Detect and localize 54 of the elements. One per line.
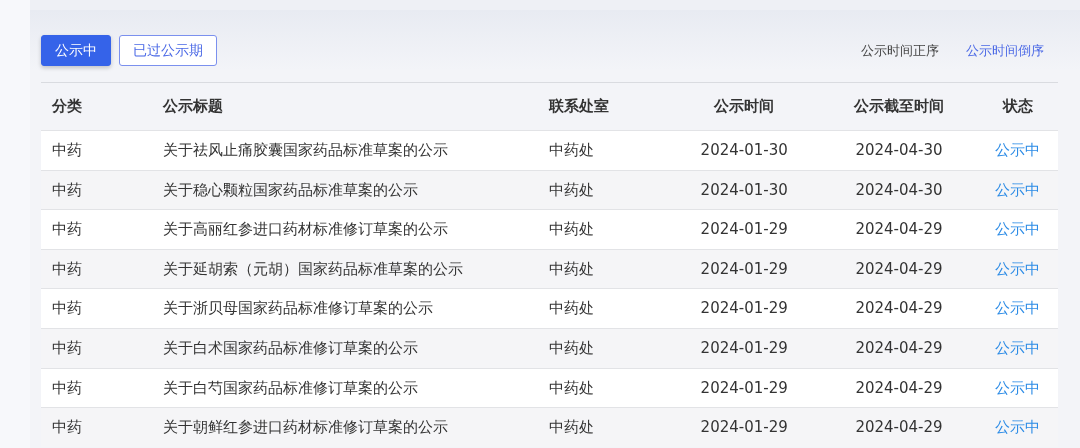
table-cell: 中药处 — [549, 299, 594, 318]
table-cell: 中药处 — [549, 220, 594, 239]
status-text: 公示中 — [995, 339, 1041, 357]
status-text: 公示中 — [995, 259, 1041, 278]
table-cell: 2024-04-29 — [855, 220, 943, 239]
table-cell: 2024-01-29 — [700, 299, 788, 318]
sort-link[interactable]: 公示时间倒序 — [966, 40, 1044, 61]
table-cell: 中药 — [52, 339, 82, 357]
table-cell: 中药处 — [549, 418, 594, 437]
column-header: 联系处室 — [548, 82, 668, 131]
table-cell: 2024-01-29 — [700, 220, 788, 239]
column-header: 公示截至时间 — [820, 82, 978, 131]
table-cell: 2024-04-29 — [855, 339, 943, 357]
column-header: 公示时间 — [668, 82, 821, 131]
status-text: 公示中 — [995, 141, 1041, 160]
column-header: 分类 — [41, 82, 162, 131]
table-cell: 2024-04-30 — [855, 180, 943, 199]
notice-title-link[interactable]: 关于白术国家药品标准修订草案的公示 — [163, 339, 418, 357]
table-cell: 中药处 — [549, 259, 594, 278]
column-header: 状态 — [977, 82, 1058, 131]
table-cell: 中药处 — [549, 378, 594, 397]
table-cell: 中药处 — [549, 180, 594, 199]
table-cell: 中药处 — [549, 141, 594, 160]
table-cell: 2024-04-29 — [855, 299, 943, 318]
status-text: 公示中 — [995, 299, 1041, 318]
notice-title-link[interactable]: 关于朝鲜红参进口药材标准修订草案的公示 — [163, 418, 448, 437]
table-cell: 2024-01-29 — [700, 378, 788, 397]
tab-button[interactable]: 已过公示期 — [119, 35, 217, 66]
table-cell: 2024-01-29 — [700, 418, 788, 437]
table-cell: 2024-01-29 — [700, 339, 788, 357]
table-cell: 2024-01-30 — [700, 180, 788, 199]
column-header: 公示标题 — [162, 82, 548, 131]
table-cell: 中药 — [52, 418, 82, 437]
table-cell: 中药 — [52, 299, 82, 318]
table-cell: 中药 — [52, 378, 82, 397]
status-text: 公示中 — [995, 418, 1041, 437]
table-cell: 2024-04-29 — [855, 259, 943, 278]
status-text: 公示中 — [995, 220, 1041, 239]
table-cell: 中药 — [52, 259, 82, 278]
table-cell: 2024-04-30 — [855, 141, 943, 160]
table-cell: 中药 — [52, 180, 82, 199]
table-cell: 2024-04-29 — [855, 378, 943, 397]
table-cell: 中药 — [52, 220, 82, 239]
status-text: 公示中 — [995, 378, 1041, 397]
tab-button[interactable]: 公示中 — [41, 35, 111, 66]
table-cell: 2024-01-30 — [700, 141, 788, 160]
status-text: 公示中 — [995, 180, 1041, 199]
table-cell: 2024-01-29 — [700, 259, 788, 278]
table-cell: 2024-04-29 — [855, 418, 943, 437]
table-cell: 中药处 — [549, 339, 594, 357]
sort-link[interactable]: 公示时间正序 — [861, 40, 939, 61]
table-cell: 中药 — [52, 141, 82, 160]
notice-title-link[interactable]: 关于稳心颗粒国家药品标准草案的公示 — [163, 180, 418, 199]
notice-title-link[interactable]: 关于延胡索（元胡）国家药品标准草案的公示 — [163, 259, 463, 278]
